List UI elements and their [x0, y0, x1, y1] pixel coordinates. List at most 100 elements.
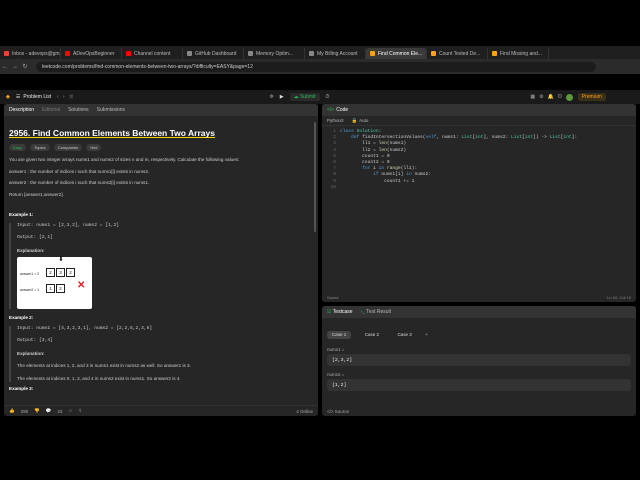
online-count: 4 Online	[296, 408, 313, 414]
browser-tab[interactable]: Memory Optim...	[244, 48, 305, 59]
example1-output: Output: [2,1]	[17, 235, 53, 240]
prev-problem-icon[interactable]: ‹	[57, 94, 59, 100]
add-case-icon[interactable]: +	[425, 332, 428, 338]
share-icon[interactable]: ⇪	[78, 408, 82, 414]
problem-list-icon[interactable]: ☰	[16, 94, 20, 100]
browser-tab[interactable]: Count Tested De...	[427, 48, 488, 59]
check-icon: ☑	[327, 309, 332, 315]
code-panel-header: </> Code	[322, 104, 636, 116]
illus-cell: 2	[46, 268, 55, 277]
tab-testcase[interactable]: ☑ Testcase	[327, 309, 353, 315]
description-footer: 👍 290 👎 💬 23 ☆ ⇪ 4 Online	[4, 405, 318, 416]
back-icon[interactable]: ←	[0, 64, 10, 70]
tab-favicon-icon	[4, 51, 9, 56]
tab-test-result[interactable]: ›_ Test Result	[361, 309, 392, 315]
tab-submissions[interactable]: Submissions	[97, 107, 125, 113]
testcase-panel: ☑ Testcase ›_ Test Result Case 1 Case 2 …	[322, 306, 636, 416]
illus-cell: 1	[46, 284, 55, 293]
line-number: 10	[330, 184, 336, 190]
topics-chip[interactable]: Topics	[30, 143, 50, 151]
shuffle-icon[interactable]: ⤨	[68, 94, 72, 100]
example1-explanation-label: Explanation:	[17, 247, 45, 253]
reload-icon[interactable]: ↻	[20, 63, 30, 70]
example2-line2: The elements at indices 0, 1, 3, and 4 i…	[17, 375, 181, 381]
cross-icon: ✕	[77, 280, 86, 291]
browser-tab[interactable]: Find Common Ele...	[366, 48, 427, 59]
example3-title: Example 3:	[9, 386, 34, 391]
mode-label[interactable]: Auto	[359, 118, 368, 123]
browser-tab[interactable]: My Billing Account	[305, 48, 366, 59]
illus-answer1-label: answer1 = 2	[20, 272, 40, 276]
like-icon[interactable]: 👍	[9, 408, 15, 414]
return-text: Return [answer1,answer2].	[9, 191, 64, 197]
lock-icon: 🔒	[351, 117, 358, 123]
tab-favicon-icon	[65, 51, 70, 56]
tab-editorial[interactable]: Editorial	[42, 107, 60, 113]
avatar[interactable]	[565, 93, 573, 101]
case-2-button[interactable]: Case 2	[360, 331, 384, 339]
case-3-button[interactable]: Case 3	[392, 331, 416, 339]
editor-toolbar: Python3 🔒 Auto	[322, 116, 636, 126]
nums1-label: nums1 =	[327, 347, 345, 352]
example1-title: Example 1:	[9, 212, 34, 217]
tab-solutions[interactable]: Solutions	[68, 107, 89, 113]
source-label: Source	[334, 409, 350, 414]
layout-icon[interactable]: ▦	[530, 94, 535, 100]
tab-favicon-icon	[492, 51, 497, 56]
run-icon[interactable]: ▶	[280, 94, 284, 100]
leetcode-logo-icon[interactable]: ◆	[6, 94, 10, 100]
nums1-input[interactable]: [2,3,2]	[327, 354, 631, 366]
description-tabs: Description Editorial Solutions Submissi…	[4, 104, 318, 116]
code-editor[interactable]: 1 class Solution: 2 def findIntersectionVa…	[322, 126, 636, 191]
illus-cell: 2	[56, 284, 65, 293]
example2-output: Output: [3,4]	[17, 338, 53, 343]
forward-icon[interactable]: →	[10, 64, 20, 70]
code-header-label: Code	[336, 107, 349, 113]
star-icon[interactable]: ☆	[68, 408, 72, 414]
dislike-icon[interactable]: 👎	[34, 408, 40, 414]
browser-tab[interactable]: Channel content	[122, 48, 183, 59]
settings-icon[interactable]: ⚙	[539, 94, 543, 100]
submit-button[interactable]: ☁ Submit	[289, 93, 320, 101]
hint-chip[interactable]: Hint	[86, 143, 102, 151]
browser-tab[interactable]: Inbox - adevops@gmail.com	[0, 48, 61, 59]
testcase-tabs: ☑ Testcase ›_ Test Result	[322, 306, 636, 318]
problem-intro: You are given two integer arrays nums1 a…	[9, 157, 240, 162]
url-text: leetcode.com/problems/find-common-elemen…	[42, 63, 253, 70]
language-select[interactable]: Python3	[327, 118, 344, 123]
url-field[interactable]: leetcode.com/problems/find-common-elemen…	[36, 61, 596, 72]
example2-block: Input: nums1 = [4,3,2,3,1], nums2 = [2,2…	[9, 325, 313, 382]
timer-icon[interactable]: ⏱	[326, 94, 330, 100]
debug-icon[interactable]: ✲	[270, 94, 274, 100]
next-problem-icon[interactable]: ›	[63, 94, 65, 100]
browser-tab[interactable]: ADevOpsBeginner	[61, 48, 122, 59]
browser-tab-strip: Inbox - adevops@gmail.com ADevOpsBeginner…	[0, 46, 640, 59]
bullet-answer2: answer2 : the number of indices i such t…	[9, 180, 150, 185]
code-icon: </>	[327, 107, 335, 113]
example1-block: Input: nums1 = [2,3,2], nums2 = [1,2] Ou…	[9, 222, 313, 309]
problem-list-link[interactable]: Problem List	[23, 94, 51, 100]
browser-tab-label: Count Tested De...	[439, 50, 481, 57]
streak-icon[interactable]: ʘ	[558, 94, 562, 100]
case-1-button[interactable]: Case 1	[327, 331, 352, 339]
browser-tab[interactable]: GitHub Dashboard	[183, 48, 244, 59]
notification-icon[interactable]: 🔔	[548, 94, 554, 100]
browser-tab-label: Memory Optim...	[256, 50, 293, 57]
browser-tab[interactable]: Find Missing and...	[488, 48, 549, 59]
problem-description: 2956. Find Common Elements Between Two A…	[4, 116, 318, 399]
comment-icon[interactable]: 💬	[46, 408, 52, 414]
nums2-input[interactable]: [1,2]	[327, 379, 631, 391]
example1-illustration: ⬇ answer1 = 2 2 3 2 answer2 = 1 1 2 ✕	[17, 256, 92, 309]
companies-chip[interactable]: Companies	[53, 143, 83, 151]
tab-description[interactable]: Description	[9, 107, 34, 113]
premium-button[interactable]: Premium	[577, 93, 606, 101]
description-scrollbar[interactable]	[314, 122, 316, 232]
submit-label: Submit	[299, 94, 316, 100]
problem-chips: Easy Topics Companies Hint	[9, 143, 313, 152]
comment-count: 23	[57, 408, 63, 414]
source-link[interactable]: </> Source	[327, 409, 349, 414]
difficulty-badge[interactable]: Easy	[9, 143, 26, 151]
tab-testcase-label: Testcase	[332, 309, 353, 315]
nums2-label: nums2 =	[327, 372, 345, 377]
